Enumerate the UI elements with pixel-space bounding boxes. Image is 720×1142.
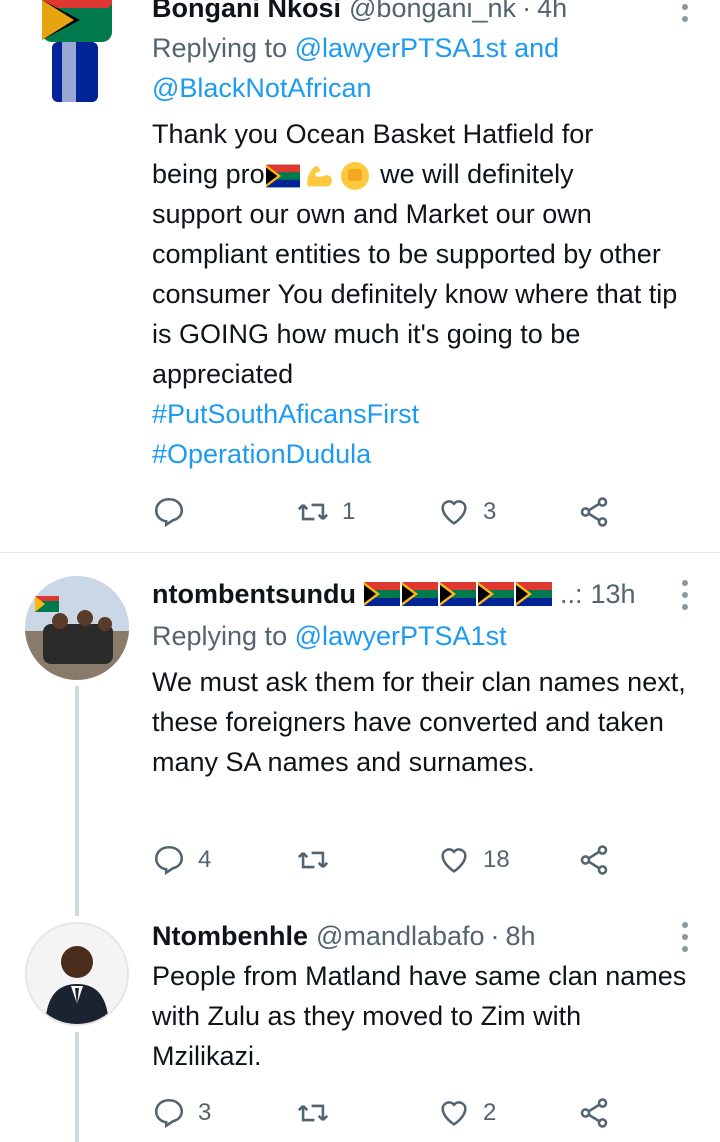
timestamp[interactable]: 4h [537, 0, 567, 24]
like-icon [441, 848, 467, 873]
reply-count: 4 [198, 846, 212, 873]
tweet-header: ntombentsundu ..: 13h [152, 574, 660, 614]
reply-count: 3 [198, 1099, 212, 1126]
like-button[interactable]: 18 [437, 840, 510, 880]
flexed-bicep-icon [306, 165, 332, 187]
reply-handle-link[interactable]: @BlackNotAfrican [152, 73, 371, 103]
south-africa-flag-icon [363, 582, 400, 606]
thread-line [75, 686, 79, 916]
name-flags [363, 582, 552, 606]
tweet-header: Bongani Nkosi @bongani_nk · 4h [152, 0, 660, 28]
share-icon [580, 1098, 608, 1128]
display-name[interactable]: ntombentsundu [152, 579, 356, 610]
avatar[interactable] [25, 922, 129, 1026]
retweet-count: 1 [342, 498, 356, 525]
separator-dot: · [522, 0, 532, 23]
reply-handle-link[interactable]: @lawyerPTSA1st [295, 621, 507, 651]
south-africa-flag-icon [265, 164, 300, 188]
text-line: we will definitely [380, 159, 574, 189]
south-africa-flag-icon [439, 582, 476, 606]
thread-line [75, 1032, 79, 1142]
reply-prefix: Replying to [152, 621, 288, 651]
retweet-icon [297, 1104, 329, 1122]
reply-context: Replying to @lawyerPTSA1st [152, 616, 507, 656]
like-count: 3 [483, 498, 497, 525]
reply-button[interactable]: 3 [152, 1093, 211, 1133]
south-africa-flag-icon [477, 582, 514, 606]
tweet-3[interactable]: Ntombenhle @mandlabafo · 8h People from … [0, 900, 720, 1142]
separator-dot: · [490, 920, 500, 951]
man-in-suit-avatar-icon [27, 924, 127, 1024]
tweet-1[interactable]: Bongani Nkosi @bongani_nk · 4h Replying … [0, 0, 720, 550]
more-icon[interactable] [680, 0, 690, 22]
crowd-photo-avatar-icon [25, 576, 129, 680]
tweet-text: We must ask them for their clan names ne… [152, 667, 686, 777]
like-count: 18 [483, 846, 510, 873]
retweet-icon [297, 851, 329, 869]
share-icon [580, 497, 608, 527]
reply-context: Replying to @lawyerPTSA1st and @BlackNot… [152, 28, 559, 108]
share-icon [580, 845, 608, 875]
retweet-icon [297, 503, 329, 521]
reply-prefix: Replying to [152, 33, 288, 63]
retweet-button[interactable]: 1 [296, 492, 355, 532]
hashtag-link[interactable]: #PutSouthAficansFirst [152, 394, 687, 434]
tweet-text: Thank you Ocean Basket Hatfield for bein… [152, 114, 687, 474]
more-icon[interactable] [680, 580, 690, 610]
user-handle[interactable]: @bongani_nk [349, 0, 516, 24]
action-bar: 4 18 [152, 840, 622, 880]
more-icon[interactable] [680, 922, 690, 952]
hashtag-link[interactable]: #OperationDudula [152, 434, 687, 474]
fist-flag-avatar-icon [42, 0, 112, 102]
tweet-2[interactable]: ntombentsundu ..: 13h Replying to @lawye… [0, 560, 720, 916]
south-africa-flag-icon [401, 582, 438, 606]
south-africa-flag-icon [515, 582, 552, 606]
retweet-button[interactable] [296, 1093, 342, 1133]
reply-icon [154, 497, 184, 528]
reply-icon [154, 1098, 184, 1129]
reply-button[interactable] [152, 492, 198, 532]
reply-button[interactable]: 4 [152, 840, 211, 880]
like-count: 2 [483, 1099, 497, 1126]
raised-fist-icon [340, 161, 369, 190]
like-button[interactable]: 2 [437, 1093, 496, 1133]
user-handle[interactable]: @mandlabafo [316, 921, 485, 952]
reply-icon [154, 845, 184, 876]
divider [0, 552, 720, 553]
share-button[interactable] [577, 840, 611, 880]
text-line: Thank you Ocean Basket Hatfield for [152, 119, 594, 149]
avatar[interactable] [22, 0, 132, 112]
action-bar: 1 3 [152, 492, 622, 532]
timestamp[interactable]: 13h [590, 579, 635, 610]
display-name[interactable]: Bongani Nkosi [152, 0, 341, 24]
action-bar: 3 2 [152, 1093, 622, 1133]
tweet-text: People from Matland have same clan names… [152, 961, 687, 1071]
share-button[interactable] [577, 1093, 611, 1133]
retweet-button[interactable] [296, 840, 342, 880]
text-rest: support our own and Market our own compl… [152, 199, 678, 389]
like-button[interactable]: 3 [437, 492, 496, 532]
reply-and-text: and [514, 33, 560, 63]
like-icon [441, 1101, 467, 1126]
share-button[interactable] [577, 492, 611, 532]
text-line: being pro [152, 159, 265, 189]
like-icon [441, 500, 467, 525]
tweet-header: Ntombenhle @mandlabafo · 8h [152, 916, 660, 956]
display-name[interactable]: Ntombenhle [152, 921, 308, 952]
name-overflow: ..: [559, 578, 583, 609]
avatar[interactable] [25, 576, 129, 680]
reply-handle-link[interactable]: @lawyerPTSA1st [295, 33, 507, 63]
timestamp[interactable]: 8h [506, 921, 536, 952]
